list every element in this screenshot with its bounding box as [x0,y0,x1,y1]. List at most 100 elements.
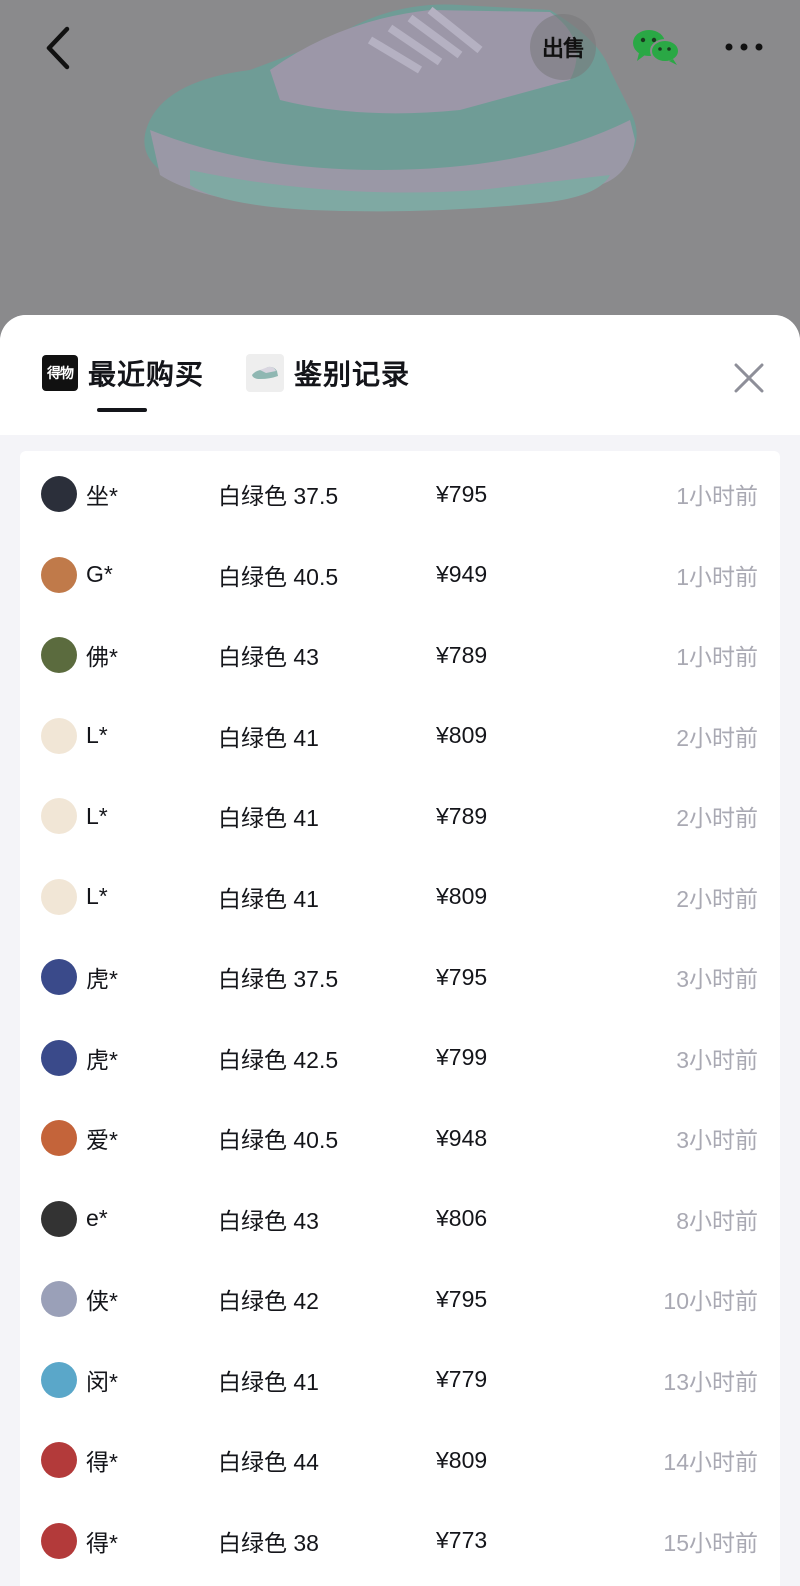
purchase-price: ¥799 [436,1044,488,1070]
wechat-share-button[interactable] [628,22,684,72]
purchase-price: ¥795 [436,480,488,507]
purchase-record-row: 虎* 白绿色 42.5 ¥799 3小时前 [20,1028,780,1088]
sell-label: 出售 [541,36,585,61]
avatar [41,1281,77,1317]
avatar [41,637,77,673]
purchase-record-row: 得* 白绿色 44 ¥809 14小时前 [20,1430,780,1490]
product-spec: 白绿色 37.5 [218,966,339,992]
purchase-record-row: 得* 白绿色 38 ¥773 15小时前 [20,1511,780,1571]
purchase-time: 2小时前 [676,805,758,831]
tab-authentication-records[interactable]: 鉴别记录 [246,353,410,393]
purchase-record-row: G* 白绿色 40.5 ¥949 1小时前 [20,545,780,605]
buyer-name: 得* [86,1529,118,1556]
purchase-time: 15小时前 [663,1529,758,1556]
purchase-time: 14小时前 [663,1449,758,1475]
product-spec: 白绿色 38 [218,1529,319,1556]
shoe-thumbnail-icon [246,354,284,392]
product-spec: 白绿色 41 [218,805,319,831]
buyer-name: 闵* [86,1368,118,1395]
purchase-record-row: 坐* 白绿色 37.5 ¥795 1小时前 [20,464,780,524]
purchase-time: 2小时前 [676,885,758,912]
product-spec: 白绿色 42 [218,1288,319,1314]
purchase-time: 13小时前 [663,1368,758,1395]
buyer-name: 爱* [86,1127,118,1153]
purchase-price: ¥789 [436,641,488,668]
avatar [41,1200,77,1237]
avatar [41,476,77,512]
purchase-record-row: 爱* 白绿色 40.5 ¥948 3小时前 [20,1108,780,1168]
purchase-price: ¥773 [436,1527,488,1553]
product-spec: 白绿色 40.5 [218,563,339,590]
more-icon [725,43,763,51]
purchase-time: 1小时前 [676,483,758,509]
purchase-record-row: 侠* 白绿色 42 ¥795 10小时前 [20,1269,780,1329]
tab-label: 最近购买 [88,359,205,390]
purchase-record-row: L* 白绿色 41 ¥809 2小时前 [20,867,780,927]
buyer-name: e* [86,1205,108,1231]
product-spec: 白绿色 41 [218,1368,319,1395]
purchase-record-row: 虎* 白绿色 37.5 ¥795 3小时前 [20,947,780,1007]
buyer-name: L* [86,722,108,748]
avatar [41,959,77,995]
buyer-name: G* [86,561,113,587]
purchase-time: 1小时前 [676,644,758,670]
product-image-area: 出售 [0,0,800,330]
purchase-time: 3小时前 [676,1127,758,1153]
buyer-name: L* [86,802,108,829]
wechat-icon [633,30,680,65]
avatar [41,1039,77,1076]
sheet-header: 得物 最近购买 鉴别记录 [0,315,800,435]
purchase-record-row: e* 白绿色 43 ¥806 8小时前 [20,1189,780,1249]
purchase-price: ¥948 [436,1124,488,1151]
buyer-name: L* [86,883,108,909]
product-spec: 白绿色 41 [218,885,319,912]
back-icon [46,26,70,70]
product-spec: 白绿色 43 [218,1207,319,1234]
du-logo-icon: 得物 [42,355,78,391]
close-icon [734,363,764,393]
purchase-price: ¥779 [436,1366,488,1392]
avatar [41,798,77,834]
buyer-name: 佛* [86,644,118,670]
back-button[interactable] [30,20,86,76]
purchase-time: 3小时前 [676,1046,758,1073]
avatar [41,878,77,915]
purchase-price: ¥795 [436,1285,488,1312]
tab-label: 鉴别记录 [294,359,411,390]
purchase-time: 3小时前 [676,966,758,992]
purchase-price: ¥809 [436,722,488,748]
product-spec: 白绿色 43 [218,644,319,670]
purchase-time: 10小时前 [663,1288,758,1314]
purchase-price: ¥789 [436,802,488,829]
purchase-price: ¥809 [436,883,488,909]
product-spec: 白绿色 37.5 [218,483,339,509]
more-button[interactable] [716,22,772,72]
sell-button[interactable]: 出售 [530,14,596,80]
purchase-price: ¥806 [436,1205,488,1231]
purchase-time: 1小时前 [676,563,758,590]
close-button[interactable] [726,355,772,401]
buyer-name: 侠* [86,1288,118,1314]
tab-recent-purchases[interactable]: 得物 最近购买 [42,353,204,393]
purchase-time: 8小时前 [676,1207,758,1234]
purchase-record-row: 闵* 白绿色 41 ¥779 13小时前 [20,1350,780,1410]
purchase-price: ¥809 [436,1446,488,1473]
purchase-record-list[interactable]: 坐* 白绿色 37.5 ¥795 1小时前 G* 白绿色 40.5 ¥949 1小时前 佛* 白绿… [20,451,780,1586]
product-spec: 白绿色 44 [218,1449,319,1475]
buyer-name: 虎* [86,1046,118,1073]
active-tab-indicator [97,408,147,412]
purchase-price: ¥795 [436,963,488,990]
purchase-record-row: L* 白绿色 41 ¥809 2小时前 [20,706,780,766]
avatar [41,1120,77,1156]
buyer-name: 虎* [86,966,118,992]
avatar [41,717,77,754]
purchase-time: 2小时前 [676,724,758,751]
product-spec: 白绿色 41 [218,724,319,751]
recent-purchases-sheet: 得物 最近购买 鉴别记录 坐* 白绿色 37.5 ¥795 1小时前 G* 白绿色 40.… [0,315,800,1586]
buyer-name: 坐* [86,483,118,509]
product-spec: 白绿色 40.5 [218,1127,339,1153]
avatar [41,1361,77,1398]
avatar [41,1522,77,1559]
product-spec: 白绿色 42.5 [218,1046,339,1073]
avatar [41,1442,77,1478]
